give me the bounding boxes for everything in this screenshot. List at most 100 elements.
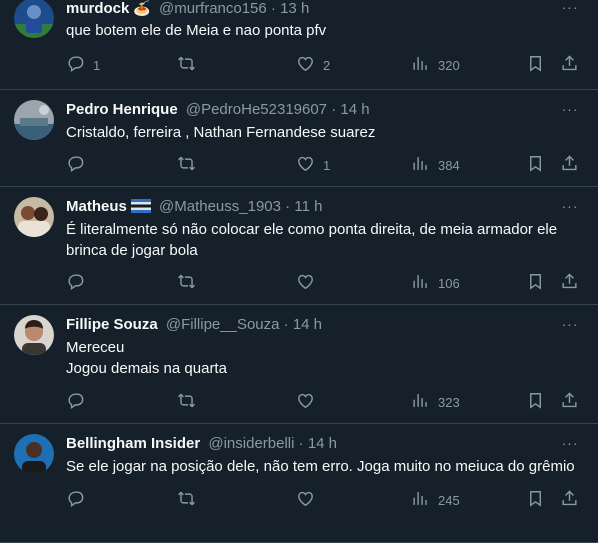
- tweet-header: murdock 🍝 @murfranco156 · 13 h: [66, 0, 558, 18]
- more-options-icon[interactable]: ···: [560, 317, 580, 337]
- like-button[interactable]: [296, 489, 323, 511]
- views-button[interactable]: 323: [411, 391, 460, 413]
- retweet-button[interactable]: [177, 489, 204, 511]
- reply-icon: [66, 154, 85, 176]
- views-button[interactable]: 106: [411, 272, 460, 294]
- share-button[interactable]: [560, 391, 579, 413]
- tweet-text: Se ele jogar na posição dele, não tem er…: [66, 456, 578, 477]
- bookmark-icon: [526, 54, 545, 76]
- bookmark-button[interactable]: [526, 154, 545, 176]
- reply-button[interactable]: 1: [66, 54, 100, 76]
- retweet-button[interactable]: [177, 54, 204, 76]
- views-button[interactable]: 245: [411, 489, 460, 511]
- like-button[interactable]: 1: [296, 154, 330, 176]
- bookmark-button[interactable]: [526, 54, 545, 76]
- flag-icon: [130, 199, 151, 217]
- avatar[interactable]: [14, 100, 54, 140]
- user-handle[interactable]: @murfranco156: [159, 0, 267, 17]
- reply-icon: [66, 54, 85, 76]
- bookmark-button[interactable]: [526, 489, 545, 511]
- avatar[interactable]: [14, 0, 54, 38]
- display-name[interactable]: Matheus: [66, 198, 127, 215]
- user-handle[interactable]: @Fillipe__Souza: [166, 316, 280, 333]
- display-name[interactable]: Fillipe Souza: [66, 316, 158, 333]
- avatar[interactable]: [14, 197, 54, 237]
- timestamp[interactable]: 14 h: [308, 435, 337, 452]
- like-button[interactable]: [296, 272, 323, 294]
- timestamp[interactable]: 13 h: [280, 0, 309, 17]
- view-count: 245: [438, 492, 460, 508]
- tweet[interactable]: Matheus @Matheuss_1903 · 11 h ··· É lite…: [0, 187, 598, 305]
- tweet-text: É literalmente só não colocar ele como p…: [66, 219, 578, 261]
- display-name[interactable]: murdock: [66, 0, 129, 17]
- more-options-icon[interactable]: ···: [560, 436, 580, 456]
- timestamp[interactable]: 14 h: [293, 316, 322, 333]
- views-button[interactable]: 320: [411, 54, 460, 76]
- tweet-text-line: Jogou demais na quarta: [66, 360, 227, 377]
- emoji-badge: 🍝: [133, 0, 151, 16]
- tweet-text-line: que botem ele de Meia e nao ponta pfv: [66, 22, 327, 39]
- bar-chart-icon: [411, 272, 430, 294]
- bookmark-icon: [526, 391, 545, 413]
- tweet-actions: 1 2 320: [66, 54, 586, 76]
- reply-icon: [66, 489, 85, 511]
- like-button[interactable]: [296, 391, 323, 413]
- like-count: 1: [323, 157, 331, 173]
- bar-chart-icon: [411, 154, 430, 176]
- share-icon: [560, 272, 579, 294]
- tweet-text: Mereceu Jogou demais na quarta: [66, 337, 578, 379]
- bookmark-button[interactable]: [526, 272, 545, 294]
- retweet-icon: [177, 154, 196, 176]
- bookmark-button[interactable]: [526, 391, 545, 413]
- tweet-header: Pedro Henrique @PedroHe52319607 · 14 h: [66, 100, 558, 120]
- display-name[interactable]: Bellingham Insider: [66, 435, 200, 452]
- share-button[interactable]: [560, 154, 579, 176]
- tweet-text: que botem ele de Meia e nao ponta pfv: [66, 20, 578, 41]
- timestamp[interactable]: 11 h: [294, 198, 322, 215]
- tweet[interactable]: murdock 🍝 @murfranco156 · 13 h ··· que bo…: [0, 0, 598, 90]
- retweet-icon: [177, 391, 196, 413]
- tweet[interactable]: Pedro Henrique @PedroHe52319607 · 14 h ·…: [0, 90, 598, 187]
- share-icon: [560, 391, 579, 413]
- retweet-icon: [177, 272, 196, 294]
- tweet-header: Matheus @Matheuss_1903 · 11 h: [66, 197, 558, 217]
- separator-dot: ·: [298, 435, 304, 452]
- display-name[interactable]: Pedro Henrique: [66, 101, 178, 118]
- more-options-icon[interactable]: ···: [560, 102, 580, 122]
- avatar[interactable]: [14, 434, 54, 474]
- user-handle[interactable]: @Matheuss_1903: [159, 198, 281, 215]
- avatar[interactable]: [14, 315, 54, 355]
- like-button[interactable]: 2: [296, 54, 330, 76]
- retweet-button[interactable]: [177, 154, 204, 176]
- reply-button[interactable]: [66, 391, 93, 413]
- share-button[interactable]: [560, 272, 579, 294]
- more-options-icon[interactable]: ···: [560, 0, 580, 20]
- view-count: 384: [438, 157, 460, 173]
- heart-icon: [296, 272, 315, 294]
- tweet[interactable]: Fillipe Souza @Fillipe__Souza · 14 h ···…: [0, 305, 598, 424]
- tweet-text: Cristaldo, ferreira , Nathan Fernandese …: [66, 122, 578, 143]
- tweet[interactable]: Bellingham Insider @insiderbelli · 14 h …: [0, 424, 598, 543]
- retweet-button[interactable]: [177, 272, 204, 294]
- separator-dot: ·: [283, 316, 289, 333]
- share-button[interactable]: [560, 489, 579, 511]
- share-button[interactable]: [560, 54, 579, 76]
- reply-button[interactable]: [66, 272, 93, 294]
- reply-button[interactable]: [66, 154, 93, 176]
- tweet-text-line: É literalmente só não colocar ele como p…: [66, 221, 558, 238]
- user-handle[interactable]: @insiderbelli: [208, 435, 294, 452]
- retweet-icon: [177, 54, 196, 76]
- more-options-icon[interactable]: ···: [560, 199, 580, 219]
- tweet-actions: 106: [66, 272, 586, 294]
- views-button[interactable]: 384: [411, 154, 460, 176]
- heart-icon: [296, 489, 315, 511]
- user-handle[interactable]: @PedroHe52319607: [186, 101, 327, 118]
- view-count: 323: [438, 394, 460, 410]
- tweet-actions: 245: [66, 489, 586, 511]
- timestamp[interactable]: 14 h: [340, 101, 369, 118]
- tweet-actions: 323: [66, 391, 586, 413]
- reply-button[interactable]: [66, 489, 93, 511]
- retweet-button[interactable]: [177, 391, 204, 413]
- share-icon: [560, 489, 579, 511]
- view-count: 106: [438, 275, 460, 291]
